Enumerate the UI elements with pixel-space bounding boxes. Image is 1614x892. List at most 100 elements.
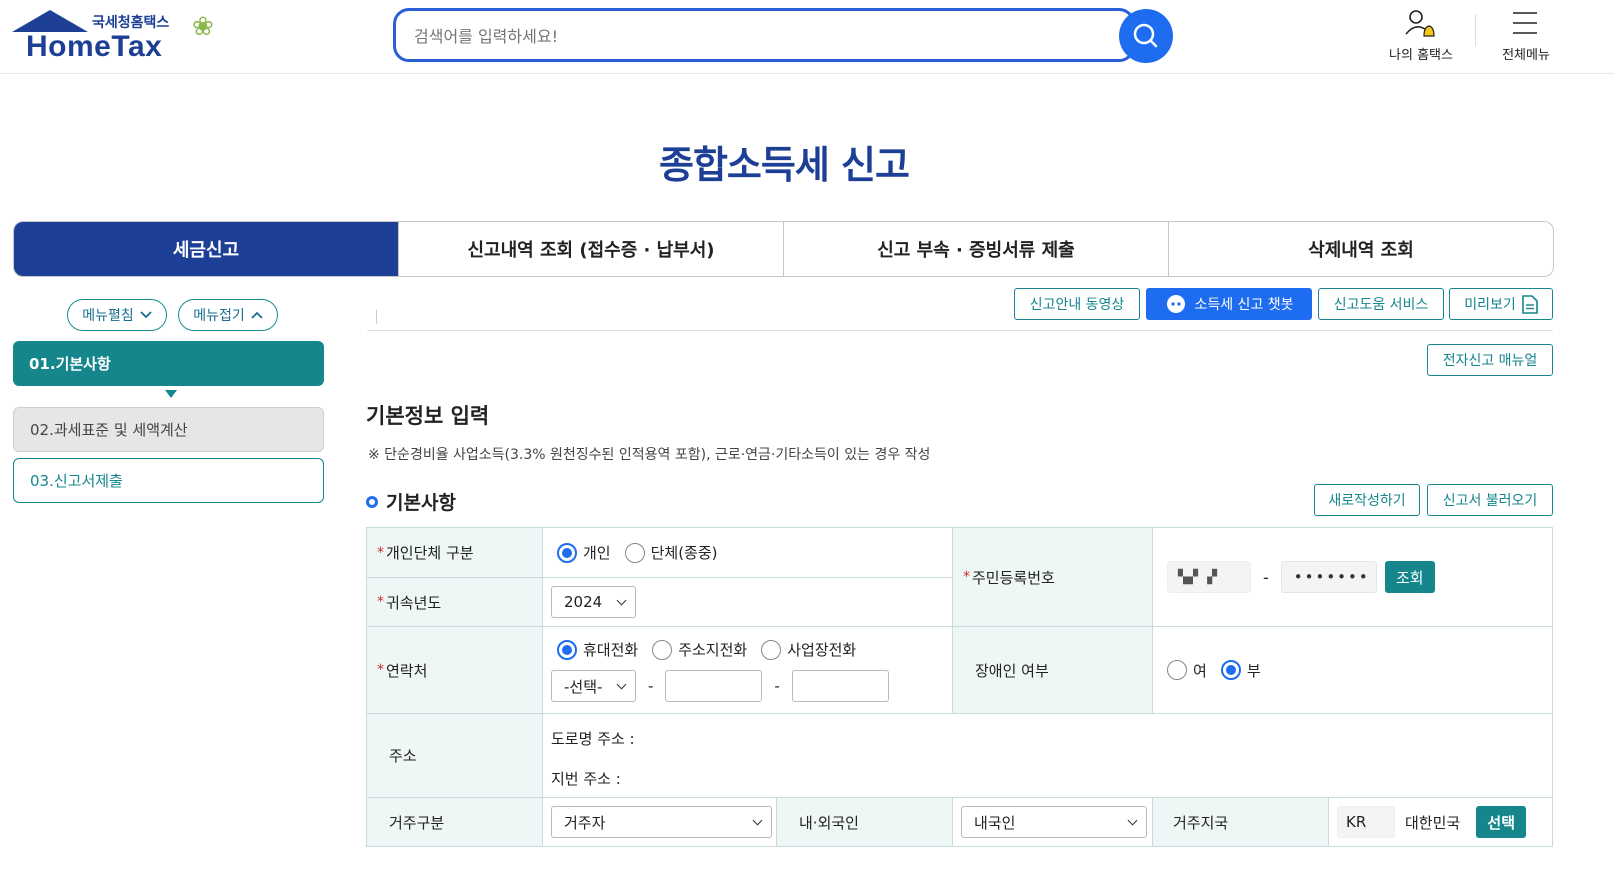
year-select[interactable]: 2024 xyxy=(551,586,636,618)
all-menu-button[interactable]: 전체메뉴 xyxy=(1494,6,1558,66)
chevron-down-icon xyxy=(140,311,152,319)
type-individual-radio[interactable]: 개인 xyxy=(557,542,611,563)
country-value-cell: KR 대한민국 선택 xyxy=(1329,798,1553,847)
phone-prefix-value: -선택- xyxy=(564,677,603,696)
contact-business-radio[interactable]: 사업장전화 xyxy=(761,639,856,660)
notice-text: ※ 단순경비율 사업소득(3.3% 원천징수된 인적용역 포함), 근로·연금·… xyxy=(368,447,931,463)
tab-deleted-history[interactable]: 삭제내역 조회 xyxy=(1168,222,1553,276)
phone-middle-input[interactable] xyxy=(665,670,763,702)
toolbar-divider xyxy=(376,310,377,324)
tab-tax-filing[interactable]: 세금신고 xyxy=(14,222,398,276)
preview-button[interactable]: 미리보기 xyxy=(1449,288,1553,320)
chatbot-label: 소득세 신고 챗봇 xyxy=(1194,297,1294,313)
type-group-label: 단체(종중) xyxy=(650,544,718,562)
subsection-title-label: 기본사항 xyxy=(386,492,456,514)
guide-video-button[interactable]: 신고안내 동영상 xyxy=(1014,288,1140,320)
new-form-button[interactable]: 새로작성하기 xyxy=(1314,484,1420,516)
all-menu-label: 전체메뉴 xyxy=(1502,48,1550,63)
header: 국세청홈택스 HomeTax ❀ 나의 홈택스 전체메뉴 xyxy=(0,0,1614,74)
type-group-radio[interactable]: 단체(종중) xyxy=(624,542,718,563)
section-divider xyxy=(367,330,1553,331)
house-roof-icon xyxy=(12,10,88,32)
rrn-label-cell: * 주민등록번호 xyxy=(953,528,1153,627)
contact-mobile-label: 휴대전화 xyxy=(583,641,639,659)
step-tax-calculation[interactable]: 02.과세표준 및 세액계산 xyxy=(13,407,324,452)
type-label: 개인단체 구분 xyxy=(386,544,474,562)
address-value-cell: 도로명 주소 : 지번 주소 : xyxy=(543,714,1553,798)
country-label-cell: 거주지국 xyxy=(1153,798,1329,847)
hometax-logo[interactable]: 국세청홈택스 HomeTax ❀ xyxy=(12,10,242,66)
radio-unchecked xyxy=(1167,660,1187,680)
chevron-down-icon xyxy=(1127,815,1138,825)
menu-expand-button[interactable]: 메뉴펼침 xyxy=(67,299,167,331)
phone-dash: - xyxy=(648,677,654,695)
contact-home-radio[interactable]: 주소지전화 xyxy=(652,639,747,660)
disabled-yes-label: 여 xyxy=(1193,661,1207,680)
rrn-lookup-button[interactable]: 조회 xyxy=(1384,561,1435,593)
disabled-no-label: 부 xyxy=(1246,661,1261,680)
subsection-title: 기본사항 xyxy=(366,488,456,515)
phone-prefix-select[interactable]: -선택- xyxy=(551,670,636,702)
contact-business-label: 사업장전화 xyxy=(787,641,857,659)
country-name-text: 대한민국 xyxy=(1405,813,1461,832)
contact-mobile-radio[interactable]: 휴대전화 xyxy=(557,639,638,660)
menu-collapse-button[interactable]: 메뉴접기 xyxy=(178,299,278,331)
road-address-text: 도로명 주소 : xyxy=(551,730,635,748)
disabled-yes-radio[interactable]: 여 xyxy=(1167,660,1207,681)
chatbot-button[interactable]: 소득세 신고 챗봇 xyxy=(1146,288,1312,320)
rrn-value-cell: ▚▞ ▗▘ - ••••••• 조회 xyxy=(1153,528,1553,627)
bullet-circle-icon xyxy=(366,495,378,508)
search-button[interactable] xyxy=(1119,9,1173,63)
phone-last-input[interactable] xyxy=(791,670,889,702)
residence-label: 거주구분 xyxy=(389,813,445,832)
header-divider xyxy=(1475,14,1476,46)
radio-unchecked xyxy=(652,639,673,660)
document-icon xyxy=(1521,294,1538,314)
year-label-cell: * 귀속년도 xyxy=(367,578,543,627)
disabled-value-cell: 여 부 xyxy=(1153,627,1553,714)
filing-help-button[interactable]: 신고도움 서비스 xyxy=(1318,288,1444,320)
e-filing-manual-button[interactable]: 전자신고 매뉴얼 xyxy=(1427,344,1553,376)
search-input[interactable] xyxy=(414,23,1104,49)
my-hometax-link[interactable]: 나의 홈택스 xyxy=(1380,6,1462,66)
disabled-label: 장애인 여부 xyxy=(975,661,1049,680)
radio-unchecked xyxy=(624,542,645,563)
residence-label-cell: 거주구분 xyxy=(367,798,543,847)
contact-label: 연락처 xyxy=(386,661,428,680)
required-mark: * xyxy=(377,662,384,678)
nationality-value-cell: 내국인 xyxy=(953,798,1153,847)
chevron-up-icon xyxy=(251,311,263,319)
residence-value-cell: 거주자 xyxy=(543,798,777,847)
year-select-value: 2024 xyxy=(564,593,603,611)
phone-number-group: -선택- - - xyxy=(551,670,952,702)
nationality-select[interactable]: 내국인 xyxy=(961,806,1147,838)
step-basic-info[interactable]: 01.기본사항 xyxy=(13,341,324,386)
radio-checked xyxy=(557,542,577,563)
phone-dash: - xyxy=(774,677,780,695)
disabled-label-cell: 장애인 여부 xyxy=(953,627,1153,714)
country-select-button[interactable]: 선택 xyxy=(1476,806,1527,838)
nationality-label-cell: 내·외국인 xyxy=(777,798,953,847)
residence-select[interactable]: 거주자 xyxy=(551,806,772,838)
type-value-cell: 개인 단체(종중) xyxy=(543,528,953,578)
radio-unchecked xyxy=(761,639,782,660)
disabled-no-radio[interactable]: 부 xyxy=(1220,660,1261,681)
required-mark: * xyxy=(377,544,384,561)
logo-text: HomeTax xyxy=(26,30,163,63)
step-submission[interactable]: 03.신고서제출 xyxy=(13,458,324,503)
nationality-label: 내·외국인 xyxy=(799,813,859,832)
country-code-field[interactable]: KR xyxy=(1337,806,1395,838)
type-individual-label: 개인 xyxy=(583,544,611,562)
load-form-button[interactable]: 신고서 불러오기 xyxy=(1427,484,1553,516)
tab-filing-history[interactable]: 신고내역 조회 (접수증 · 납부서) xyxy=(398,222,783,276)
radio-checked xyxy=(557,639,577,660)
preview-label: 미리보기 xyxy=(1464,297,1516,313)
contact-home-label: 주소지전화 xyxy=(678,641,748,659)
contact-type-group: 휴대전화 주소지전화 사업장전화 xyxy=(551,639,952,660)
rrn-back-field[interactable]: ••••••• xyxy=(1280,561,1377,593)
logo-subtitle: 국세청홈택스 xyxy=(92,15,170,31)
rrn-front-field[interactable]: ▚▞ ▗▘ xyxy=(1167,561,1251,593)
tab-document-submission[interactable]: 신고 부속 · 증빙서류 제출 xyxy=(783,222,1168,276)
residence-select-value: 거주자 xyxy=(564,813,606,832)
rrn-label: 주민등록번호 xyxy=(972,568,1055,587)
